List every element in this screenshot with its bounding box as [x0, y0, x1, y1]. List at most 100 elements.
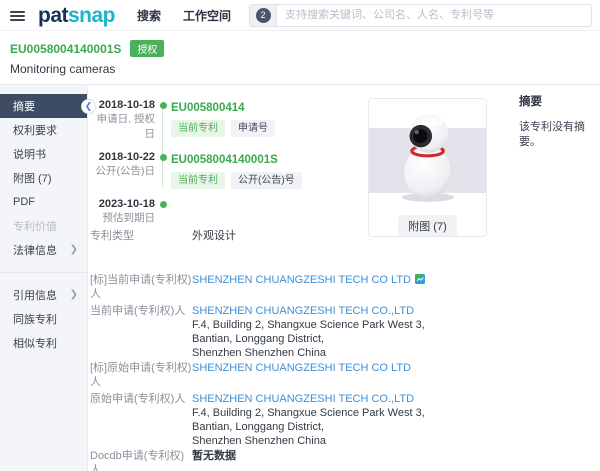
field-text-value: 暂无数据 [192, 450, 236, 462]
timeline-date: 2018-10-22 [98, 151, 155, 163]
field-value: 外观设计 [192, 229, 236, 243]
applicant-address-line: Shenzhen Shenzhen China [192, 347, 326, 359]
sidebar-item-label: 摘要 [13, 101, 35, 113]
top-header: patsnap 搜索 工作空间 2 [0, 0, 600, 31]
applicant-address-line: F.4, Building 2, Shangxue Science Park W… [192, 319, 425, 345]
sidebar-item-family-patents[interactable]: 同族专利 [0, 307, 87, 331]
timeline-date-label: 公开(公告)日 [95, 165, 156, 177]
search-count-badge[interactable]: 2 [255, 7, 271, 23]
badge-current-patent: 当前专利 [171, 172, 225, 189]
chevron-right-icon: ❯ [69, 244, 78, 255]
timeline-dot-column [155, 98, 171, 142]
sidebar-item-description[interactable]: 说明书 [0, 142, 87, 166]
field-value: SHENZHEN CHUANGZESHI TECH CO LTD [192, 361, 411, 389]
abstract-panel: 摘要 该专利没有摘要。 [519, 93, 599, 150]
camera-device-illustration [399, 114, 455, 202]
field-text-value: 外观设计 [192, 230, 236, 242]
patent-title: Monitoring cameras [10, 62, 116, 76]
timeline-dot-column [155, 197, 171, 226]
timeline-dot-column [155, 150, 171, 189]
sidebar-item-drawings[interactable]: 附图 (7) [0, 166, 87, 190]
sidebar: 摘要权利要求说明书附图 (7) PDF 专利价值法律信息 ❯ 引用信息 ❯ 同族专利 相似专利 [0, 85, 88, 471]
badge-number-type: 申请号 [231, 120, 275, 137]
applicant-address-line: F.4, Building 2, Shangxue Science Park W… [192, 407, 425, 433]
field-row-std-original-applicant: [标]原始申请(专利权)人 SHENZHEN CHUANGZESHI TECH C… [90, 361, 600, 389]
field-link[interactable]: SHENZHEN CHUANGZESHI TECH CO LTD [192, 362, 411, 374]
applicant-address-line: Shenzhen Shenzhen China [192, 435, 326, 447]
timeline-entry: 2023-10-18 预估到期日 [90, 197, 600, 226]
timeline-dot [159, 201, 167, 208]
field-row-current-applicant: 当前申请(专利权)人 SHENZHEN CHUANGZESHI TECH CO.,… [90, 304, 600, 360]
search-count-chip[interactable]: 2 [250, 4, 278, 26]
main-panel: 2018-10-18 申请日, 授权日 EU005800414 当前专利 申请号 2018… [88, 85, 600, 471]
sidebar-item-abstract[interactable]: 摘要 [0, 94, 87, 118]
nav-search[interactable]: 搜索 [137, 7, 161, 24]
content-area: 摘要权利要求说明书附图 (7) PDF 专利价值法律信息 ❯ 引用信息 ❯ 同族专利 相似专利… [0, 85, 600, 471]
patent-number-link[interactable]: EU0058004140001S [171, 153, 278, 167]
sidebar-item-patent-value: 专利价值 [0, 214, 87, 238]
status-badge: 授权 [130, 40, 165, 57]
patent-design-image[interactable] [369, 99, 486, 211]
field-link[interactable]: SHENZHEN CHUANGZESHI TECH CO LTD [192, 274, 411, 286]
patsnap-logo[interactable]: patsnap [38, 3, 116, 27]
field-value: SHENZHEN CHUANGZESHI TECH CO LTD [192, 273, 426, 301]
company-profile-icon[interactable] [415, 274, 426, 284]
search-input[interactable] [277, 9, 591, 21]
timeline-dot [159, 154, 167, 161]
patent-number-link[interactable]: EU005800414 [171, 101, 245, 115]
logo-part-snap: snap [68, 3, 116, 27]
sidebar-item-claims[interactable]: 权利要求 [0, 118, 87, 142]
hamburger-menu-icon[interactable] [10, 9, 25, 23]
patent-number: EU0058004140001S [10, 41, 122, 56]
sidebar-item-label: 法律信息 [13, 245, 57, 257]
timeline-dot [159, 102, 167, 109]
field-label: [标]原始申请(专利权)人 [90, 362, 192, 388]
sidebar-item-pdf[interactable]: PDF [0, 190, 87, 214]
sidebar-item-label: PDF [13, 196, 35, 208]
field-label: 原始申请(专利权)人 [90, 393, 186, 405]
field-link[interactable]: SHENZHEN CHUANGZESHI TECH CO.,LTD [192, 305, 414, 317]
field-label: [标]当前申请(专利权)人 [90, 274, 192, 300]
logo-part-pat: pat [38, 3, 69, 27]
field-row-original-applicant: 原始申请(专利权)人 SHENZHEN CHUANGZESHI TECH CO.,… [90, 392, 600, 448]
sidebar-item-label: 引用信息 [13, 290, 57, 302]
sidebar-item-similar-patents[interactable]: 相似专利 [0, 331, 87, 355]
sidebar-divider [0, 272, 87, 273]
timeline-date-label: 预估到期日 [102, 212, 156, 224]
chevron-right-icon: ❯ [69, 289, 78, 300]
bibliographic-fields: 专利类型 外观设计 [标]当前申请(专利权)人 SHENZHEN CHUANGZESH… [90, 229, 600, 471]
field-value: 暂无数据 [192, 449, 236, 471]
field-link[interactable]: SHENZHEN CHUANGZESHI TECH CO.,LTD [192, 393, 414, 405]
timeline-date-column: 2023-10-18 预估到期日 [90, 197, 155, 226]
global-search-box[interactable]: 2 [249, 3, 592, 27]
badge-current-patent: 当前专利 [171, 120, 225, 137]
nav-workspace[interactable]: 工作空间 [183, 7, 231, 24]
sidebar-item-label: 附图 (7) [13, 173, 52, 185]
timeline-date-label: 申请日, 授权日 [96, 113, 155, 140]
sidebar-item-label: 权利要求 [13, 125, 57, 137]
field-row-patent-type: 专利类型 外观设计 [90, 229, 600, 243]
timeline-date: 2018-10-18 [98, 99, 155, 111]
field-value: SHENZHEN CHUANGZESHI TECH CO.,LTD F.4, Bu… [192, 304, 462, 360]
patent-image-card: 附图 (7) [368, 98, 487, 237]
timeline-entry: 2018-10-22 公开(公告)日 EU0058004140001S 当前专利 公开(… [90, 150, 600, 189]
field-value: SHENZHEN CHUANGZESHI TECH CO.,LTD F.4, Bu… [192, 392, 462, 448]
field-row-docdb-applicant: Docdb申请(专利权)人 暂无数据 [90, 449, 600, 471]
patent-title-bar: EU0058004140001S 授权 Monitoring cameras [0, 31, 600, 85]
drawings-button[interactable]: 附图 (7) [398, 215, 457, 236]
field-row-std-current-applicant: [标]当前申请(专利权)人 SHENZHEN CHUANGZESHI TECH C… [90, 273, 600, 301]
sidebar-item-label: 说明书 [13, 149, 46, 161]
timeline-date-column: 2018-10-18 申请日, 授权日 [90, 98, 155, 142]
timeline-date: 2023-10-18 [98, 198, 155, 210]
timeline-date-column: 2018-10-22 公开(公告)日 [90, 150, 156, 189]
abstract-body: 该专利没有摘要。 [519, 121, 585, 148]
abstract-heading: 摘要 [519, 96, 542, 108]
sidebar-collapse-button[interactable]: ❮ [81, 99, 96, 114]
field-label: 当前申请(专利权)人 [90, 305, 186, 317]
badge-number-type: 公开(公告)号 [231, 172, 302, 189]
field-label: 专利类型 [90, 230, 134, 242]
sidebar-item-legal-info[interactable]: 法律信息 ❯ [0, 238, 87, 262]
timeline-line [162, 107, 163, 187]
field-label: Docdb申请(专利权)人 [90, 450, 185, 471]
sidebar-item-citation-info[interactable]: 引用信息 ❯ [0, 283, 87, 307]
